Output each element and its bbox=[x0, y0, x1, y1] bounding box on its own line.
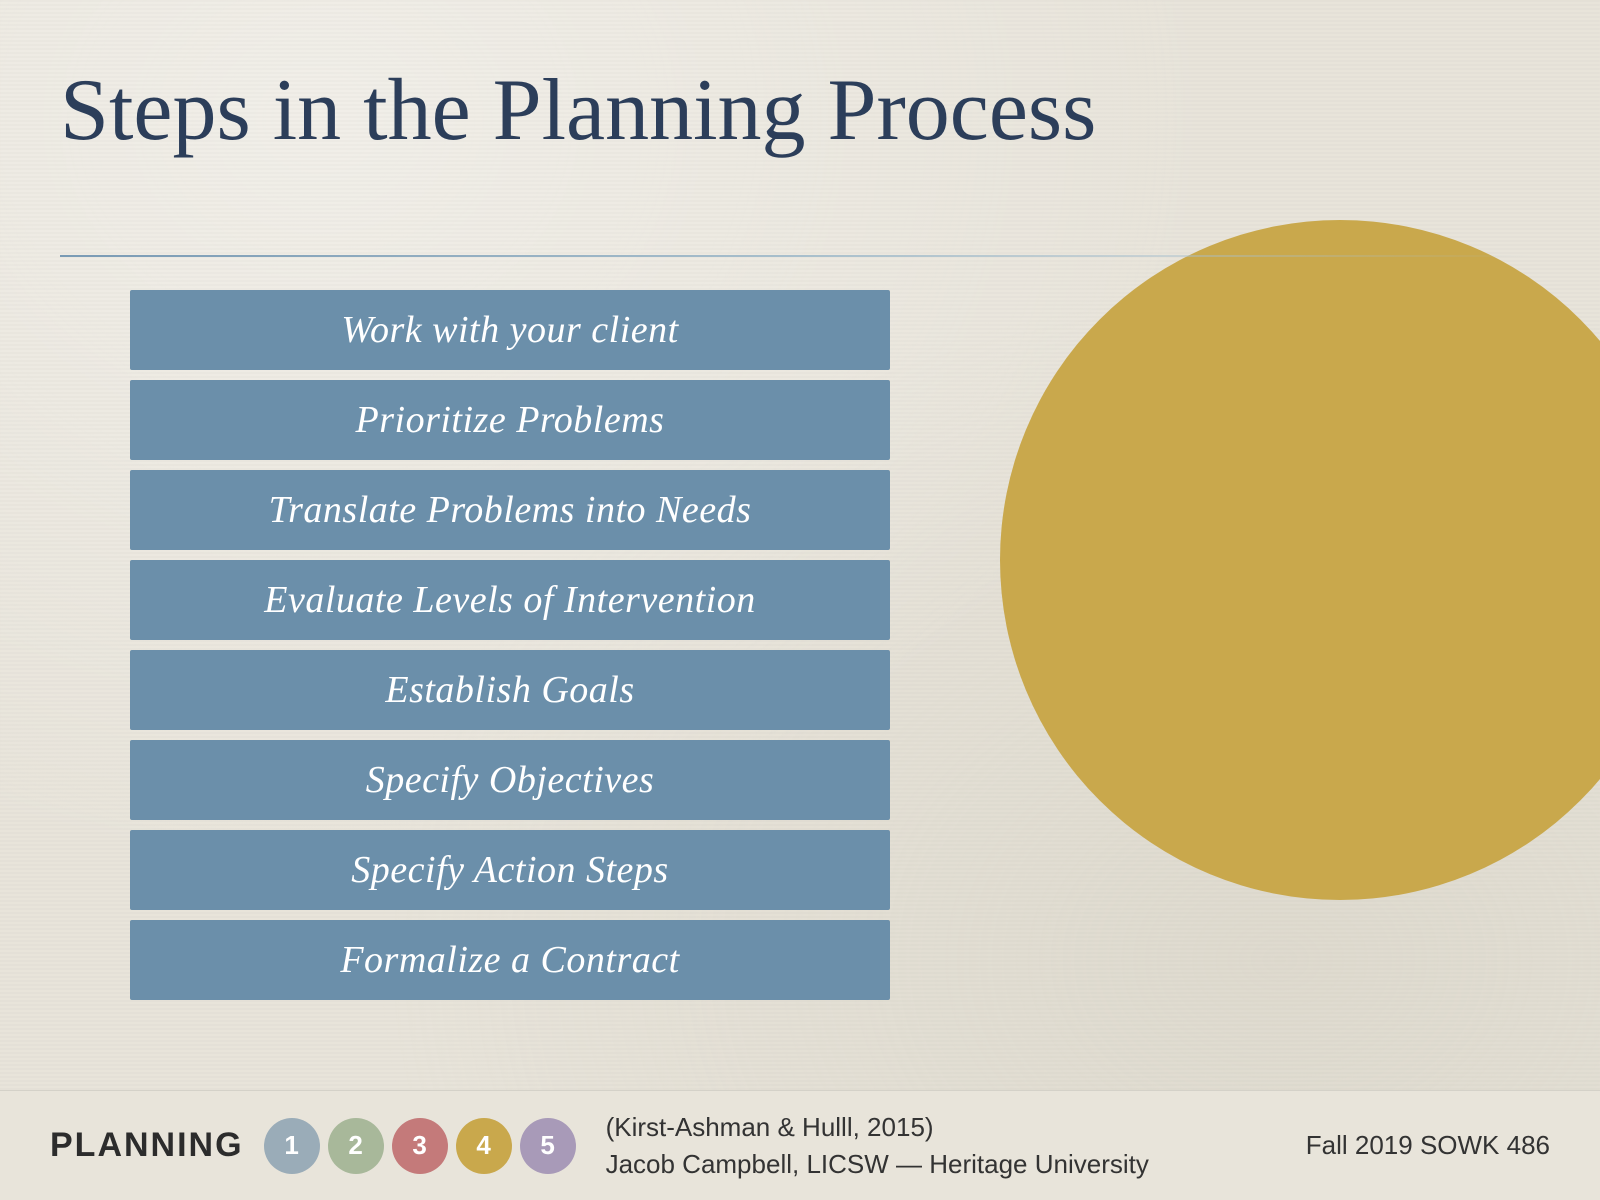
slide-container: Steps in the Planning Process Work with … bbox=[0, 0, 1600, 1200]
steps-list: Work with your client Prioritize Problem… bbox=[130, 290, 890, 1000]
step-5: Establish Goals bbox=[130, 650, 890, 730]
step-circle-4: 4 bbox=[456, 1118, 512, 1174]
step-circles: 1 2 3 4 5 bbox=[264, 1118, 576, 1174]
step-circle-1: 1 bbox=[264, 1118, 320, 1174]
slide-title: Steps in the Planning Process bbox=[60, 60, 1540, 161]
step-6: Specify Objectives bbox=[130, 740, 890, 820]
step-8: Formalize a Contract bbox=[130, 920, 890, 1000]
gold-circle-decoration bbox=[1000, 220, 1600, 900]
citation-line1: (Kirst-Ashman & Hulll, 2015) bbox=[606, 1112, 934, 1142]
divider-line bbox=[60, 255, 1540, 257]
planning-label: PLANNING bbox=[50, 1126, 244, 1165]
step-circle-5: 5 bbox=[520, 1118, 576, 1174]
step-1: Work with your client bbox=[130, 290, 890, 370]
course-info: Fall 2019 SOWK 486 bbox=[1306, 1127, 1550, 1163]
citation-line3: Jacob Campbell, LICSW — Heritage Univers… bbox=[606, 1149, 1149, 1179]
citation: (Kirst-Ashman & Hulll, 2015) Jacob Campb… bbox=[606, 1109, 1149, 1182]
course-code: Fall 2019 SOWK 486 bbox=[1306, 1130, 1550, 1160]
step-circle-3: 3 bbox=[392, 1118, 448, 1174]
step-7: Specify Action Steps bbox=[130, 830, 890, 910]
step-4: Evaluate Levels of Intervention bbox=[130, 560, 890, 640]
step-circle-2: 2 bbox=[328, 1118, 384, 1174]
step-2: Prioritize Problems bbox=[130, 380, 890, 460]
bottom-bar: PLANNING 1 2 3 4 5 (Kirst-Ashman & Hulll… bbox=[0, 1090, 1600, 1200]
step-3: Translate Problems into Needs bbox=[130, 470, 890, 550]
